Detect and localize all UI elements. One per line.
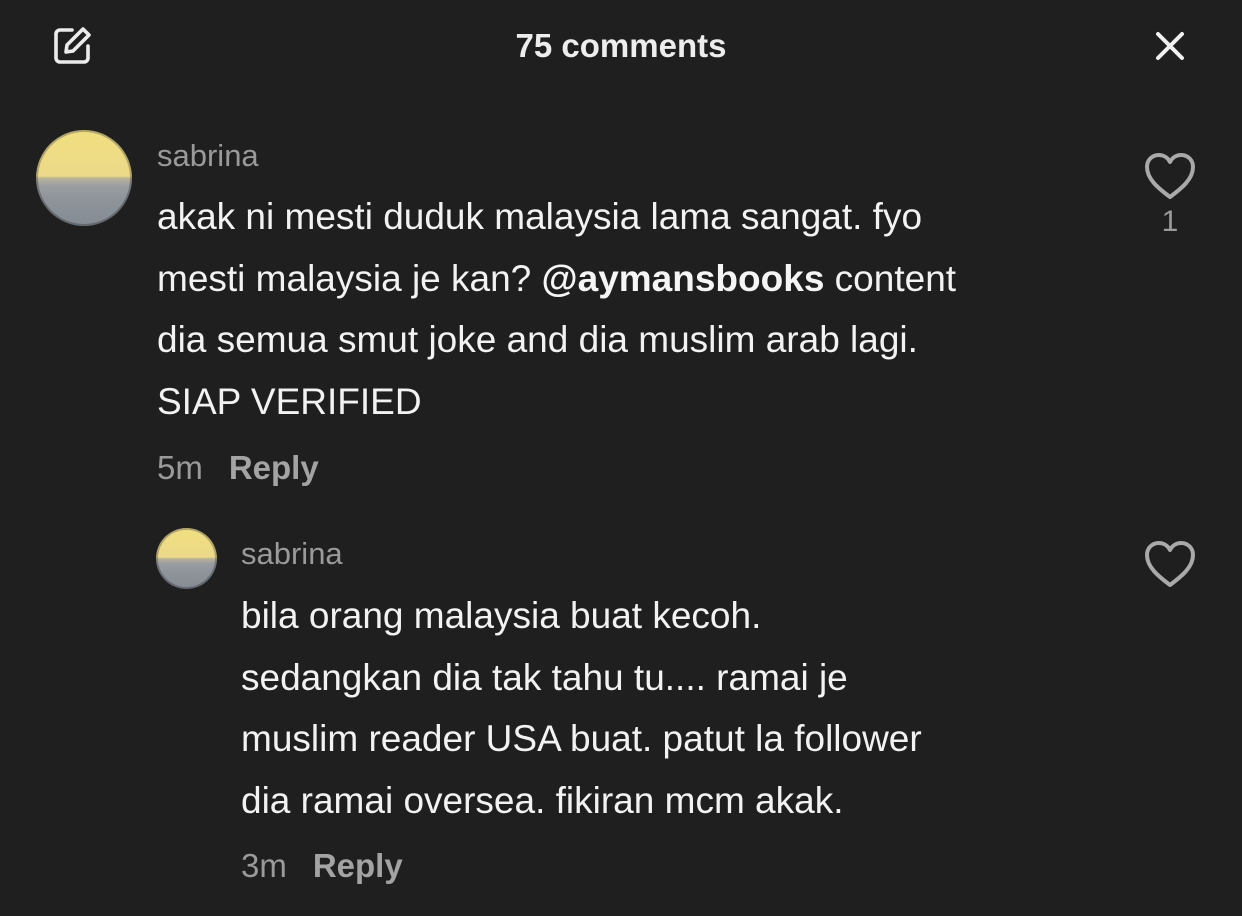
comment-meta: 3m Reply (241, 844, 403, 888)
edit-icon[interactable] (50, 24, 94, 68)
comment-meta: 5m Reply (157, 446, 319, 490)
avatar[interactable] (156, 528, 217, 589)
mention-link[interactable]: @aymansbooks (542, 258, 825, 299)
comment-text: bila orang malaysia buat kecoh. sedangka… (241, 585, 922, 831)
comment-text-fragment: content (824, 257, 957, 299)
comments-count-title: 75 comments (515, 27, 727, 64)
reply-button[interactable]: Reply (229, 449, 319, 486)
heart-outline-icon (1145, 541, 1195, 587)
comment-text-line: bila orang malaysia buat kecoh. (241, 595, 762, 636)
like-button[interactable] (1140, 538, 1200, 592)
comment-text-line: mesti malaysia je kan? @aymansbooks cont… (157, 248, 956, 310)
comment-text: akak ni mesti duduk malaysia lama sangat… (157, 186, 956, 432)
comment-username[interactable]: sabrina (241, 534, 343, 574)
comment-text-line: SIAP VERIFIED (157, 380, 422, 422)
comment-text-line: dia semua smut joke and dia muslim arab … (157, 319, 918, 360)
heart-outline-icon (1145, 153, 1195, 199)
comments-header: 75 comments (0, 0, 1242, 92)
like-count: 1 (1161, 205, 1179, 238)
like-button[interactable]: 1 (1140, 150, 1200, 240)
comment-time: 5m (157, 449, 203, 486)
comment-text-fragment: mesti malaysia je kan? (157, 257, 532, 299)
reply-button[interactable]: Reply (313, 847, 403, 884)
comment-time: 3m (241, 847, 287, 884)
comment-text-line: akak ni mesti duduk malaysia lama sangat… (157, 196, 923, 237)
comment-text-line: dia ramai oversea. fikiran mcm akak. (241, 779, 844, 821)
comment-username[interactable]: sabrina (157, 136, 259, 176)
comment-text-line: sedangkan dia tak tahu tu.... ramai je (241, 656, 848, 698)
avatar[interactable] (36, 130, 132, 226)
close-icon[interactable] (1148, 24, 1192, 68)
comment-text-line: muslim reader USA buat. patut la followe… (241, 718, 922, 759)
